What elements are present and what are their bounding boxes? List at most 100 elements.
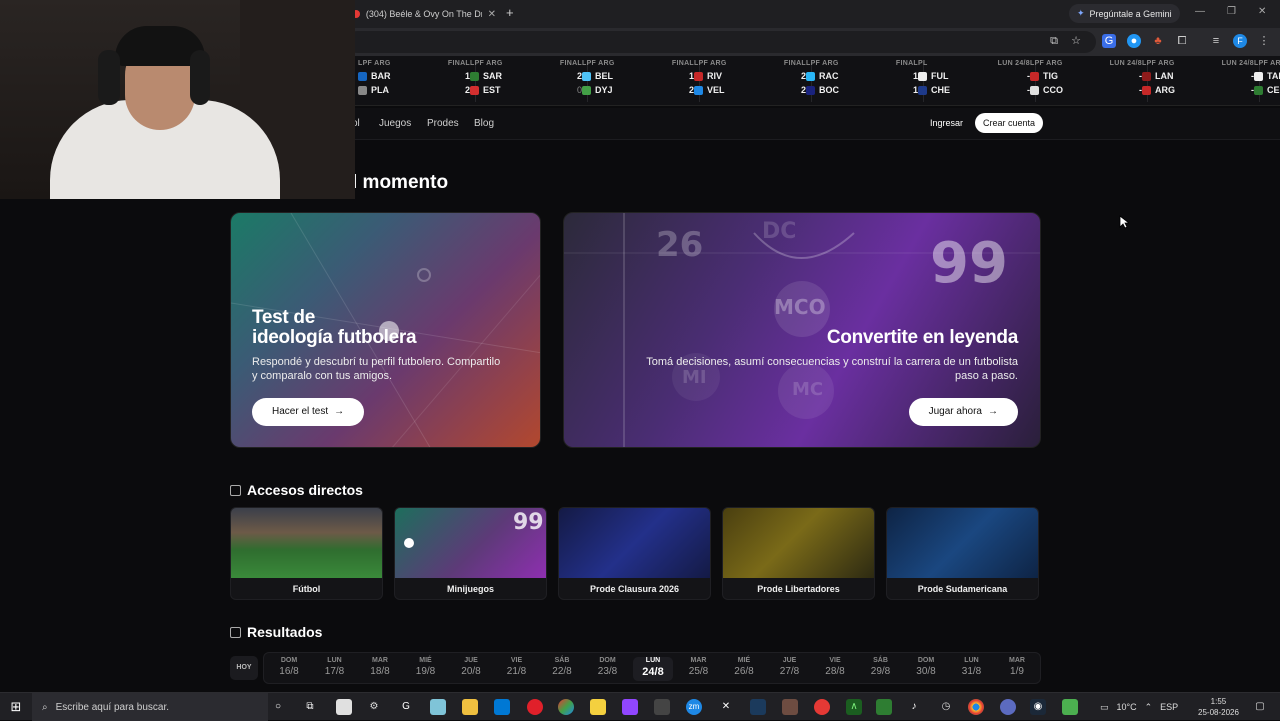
gemini-button[interactable]: ✦ Pregúntale a Gemini — [1069, 4, 1180, 23]
notepad-icon[interactable] — [336, 699, 352, 715]
new-tab-button[interactable]: + — [506, 5, 514, 20]
date-item[interactable]: DOM 23/8 — [588, 657, 628, 677]
menu-kebab-icon[interactable]: ⋮ — [1257, 34, 1271, 48]
date-item[interactable]: VIE 21/8 — [497, 657, 537, 677]
nav-link-juegos[interactable]: Juegos — [379, 118, 411, 129]
date-item[interactable]: JUE 20/8 — [451, 657, 491, 677]
twitch-icon[interactable] — [622, 699, 638, 715]
minecraft-icon[interactable] — [876, 699, 892, 715]
date-item[interactable]: VIE 28/8 — [815, 657, 855, 677]
clock-app-icon[interactable]: ◷ — [938, 699, 954, 715]
word-icon[interactable] — [494, 699, 510, 715]
date-item[interactable]: LUN 31/8 — [952, 657, 992, 677]
date-number: 23/8 — [597, 666, 618, 677]
date-item[interactable]: MIÉ 26/8 — [724, 657, 764, 677]
weather-temp[interactable]: 10°C — [1117, 702, 1137, 712]
date-item[interactable]: MIÉ 19/8 — [406, 657, 446, 677]
nav-link-prodes[interactable]: Prodes — [427, 118, 459, 129]
profile-avatar-icon[interactable]: F — [1233, 34, 1247, 48]
shortcut-prode-libertadores[interactable]: Prode Libertadores — [722, 507, 875, 600]
notifications-icon[interactable]: ▢ — [1252, 699, 1268, 715]
opera-icon[interactable] — [527, 699, 543, 715]
settings-gear-icon[interactable]: ⚙ — [366, 699, 382, 715]
sticky-notes-icon[interactable] — [590, 699, 606, 715]
date-weekday: VIE — [510, 657, 523, 664]
app-cyan-icon[interactable] — [430, 699, 446, 715]
app-cube-icon[interactable] — [1062, 699, 1078, 715]
ticker-match[interactable]: PL LUN 24/8 FUL - CHE - — [918, 60, 1036, 104]
taskbar-search[interactable]: ⌕ Escribe aquí para buscar. — [32, 693, 268, 721]
date-item[interactable]: MAR 25/8 — [679, 657, 719, 677]
app-g-icon[interactable]: G — [398, 699, 414, 715]
ticker-match[interactable]: LPF ARG FINAL BEL 1 DYJ 2 — [582, 60, 700, 104]
zoom-icon[interactable]: zm — [686, 699, 702, 715]
app-blue-icon[interactable] — [750, 699, 766, 715]
windows-start-icon[interactable]: ⊞ — [8, 699, 24, 715]
app-green-icon[interactable]: ∧ — [846, 699, 862, 715]
translate-extension-icon[interactable]: G — [1102, 34, 1116, 48]
extension-blue-icon[interactable]: ● — [1127, 34, 1141, 48]
app-purple-icon[interactable] — [1000, 699, 1016, 715]
shortcut-futbol[interactable]: Fútbol — [230, 507, 383, 600]
install-app-icon[interactable]: ⧉ — [1047, 34, 1061, 48]
tray-chevron-up-icon[interactable]: ⌃ — [1145, 702, 1153, 713]
date-item[interactable]: MAR 18/8 — [360, 657, 400, 677]
bookmark-star-icon[interactable]: ☆ — [1069, 34, 1083, 48]
nav-link-blog[interactable]: Blog — [474, 118, 494, 129]
file-explorer-icon[interactable] — [462, 699, 478, 715]
taskbar-search-placeholder: Escribe aquí para buscar. — [55, 701, 170, 713]
address-bar[interactable] — [346, 31, 1096, 53]
date-weekday: DOM — [599, 657, 616, 664]
maximize-icon[interactable]: ❐ — [1227, 6, 1236, 17]
match-away-row: PLA 2 — [358, 85, 470, 95]
team-crest-icon — [582, 71, 591, 81]
close-tab-icon[interactable]: ✕ — [488, 9, 496, 20]
date-item[interactable]: DOM 16/8 — [269, 657, 309, 677]
close-window-icon[interactable]: ✕ — [1258, 6, 1266, 17]
capcut-icon[interactable]: ✕ — [718, 699, 734, 715]
date-item[interactable]: SÁB 29/8 — [861, 657, 901, 677]
date-item[interactable]: JUE 27/8 — [770, 657, 810, 677]
minimize-icon[interactable]: — — [1195, 6, 1205, 17]
language-indicator[interactable]: ESP — [1160, 702, 1178, 712]
extension-red-icon[interactable]: ♣ — [1151, 34, 1165, 48]
date-item[interactable]: DOM 30/8 — [906, 657, 946, 677]
ticker-match[interactable]: LPF ARG FINAL BAR 1 PLA 2 — [358, 60, 476, 104]
shortcut-prode-sudamericana[interactable]: Prode Sudamericana — [886, 507, 1039, 600]
weather-icon[interactable]: ▭ — [1100, 702, 1109, 713]
chrome-icon[interactable] — [968, 699, 984, 715]
browser-tab[interactable]: (304) Beéle & Ovy On The Drums ✕ — [346, 4, 502, 24]
date-item[interactable]: MAR 1/9 — [997, 657, 1037, 677]
app-brown-icon[interactable] — [782, 699, 798, 715]
hero-card-legend-game[interactable]: DC MCO MC MI 99 26 Convertite en leyenda… — [563, 212, 1041, 448]
steam-icon[interactable]: ◉ — [1030, 699, 1046, 715]
extensions-puzzle-icon[interactable]: ⧠ — [1175, 34, 1189, 48]
today-button[interactable]: HOY — [230, 656, 258, 680]
app-grey-icon[interactable] — [654, 699, 670, 715]
login-link[interactable]: Ingresar — [930, 118, 963, 128]
date-item[interactable]: LUN 17/8 — [315, 657, 355, 677]
ticker-match[interactable]: LPF ARG FINAL RAC 1 BOC 1 — [806, 60, 924, 104]
date-weekday: DOM — [917, 657, 935, 664]
task-view-icon[interactable]: ⧉ — [302, 699, 318, 715]
hero-card-ideology-test[interactable]: Test de ideología futbolera Respondé y d… — [230, 212, 541, 448]
rating-decor: 99 — [513, 510, 544, 535]
signup-button[interactable]: Crear cuenta — [975, 113, 1044, 133]
ticker-match[interactable]: LPF ARG LUN 24/8 LAN - ARG - — [1142, 60, 1260, 104]
start-test-button[interactable]: Hacer el test → — [252, 398, 365, 426]
taskbar-clock[interactable]: 1:55 25-08-2026 — [1198, 696, 1239, 718]
app-multicolor-icon[interactable] — [558, 699, 574, 715]
ticker-match[interactable]: LPF ARG FINAL SAR 2 EST 0 — [470, 60, 588, 104]
date-item[interactable]: SÁB 22/8 — [542, 657, 582, 677]
ticker-match[interactable]: LPF ARG TAL CEN — [1254, 60, 1280, 104]
cortana-circle-icon[interactable]: ○ — [270, 699, 286, 715]
app-red-icon[interactable] — [814, 699, 830, 715]
shortcut-minijuegos[interactable]: 99 Minijuegos — [394, 507, 547, 600]
shortcut-prode-clausura[interactable]: Prode Clausura 2026 — [558, 507, 711, 600]
tiktok-icon[interactable]: ♪ — [906, 699, 922, 715]
ticker-match[interactable]: LPF ARG LUN 24/8 TIG - CCO - — [1030, 60, 1148, 104]
media-controls-icon[interactable]: ≡ — [1209, 34, 1223, 48]
play-now-button[interactable]: Jugar ahora → — [908, 398, 1018, 426]
ticker-match[interactable]: LPF ARG FINAL RIV 2 VEL 2 — [694, 60, 812, 104]
date-item[interactable]: LUN 24/8 — [633, 657, 673, 681]
